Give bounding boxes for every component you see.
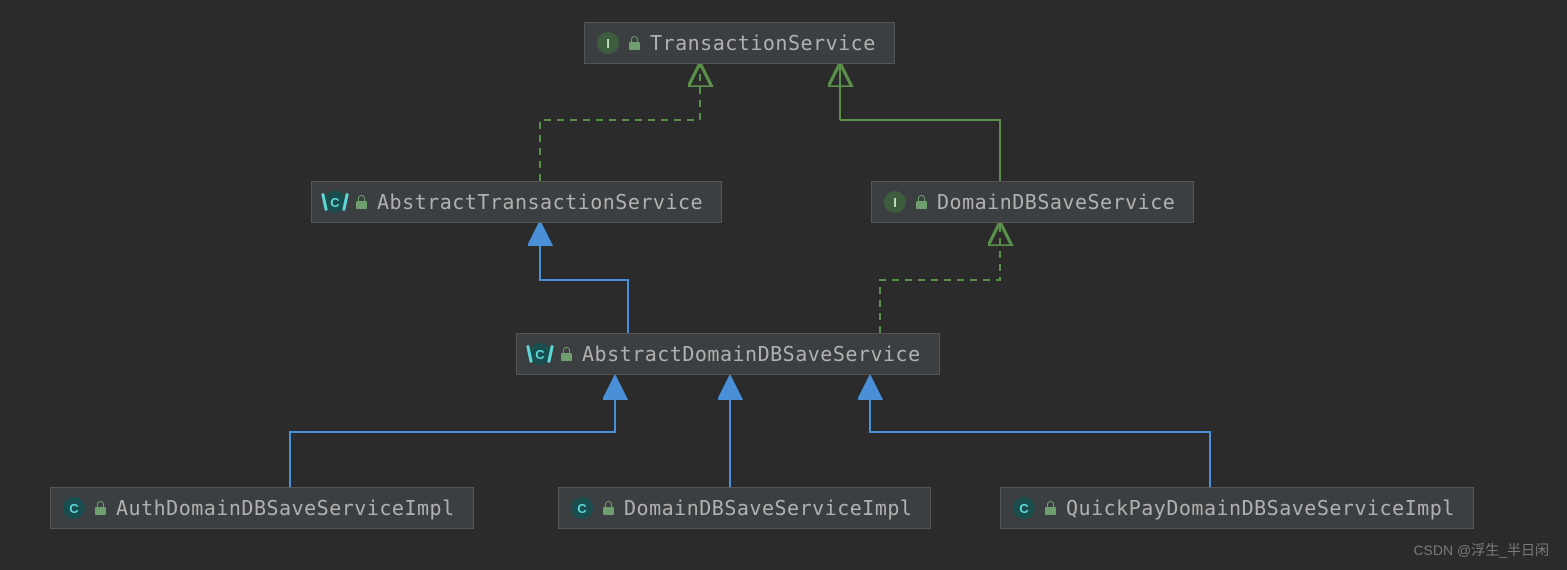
class-badge-icon: C — [1013, 497, 1035, 519]
lock-icon — [916, 196, 927, 209]
class-label: TransactionService — [650, 31, 876, 55]
lock-icon — [356, 196, 367, 209]
lock-icon — [603, 502, 614, 515]
class-label: DomainDBSaveService — [937, 190, 1175, 214]
abstract-class-badge-icon: C — [529, 343, 551, 365]
class-label: AuthDomainDBSaveServiceImpl — [116, 496, 455, 520]
class-label: QuickPayDomainDBSaveServiceImpl — [1066, 496, 1455, 520]
interface-badge-icon: I — [597, 32, 619, 54]
class-label: DomainDBSaveServiceImpl — [624, 496, 912, 520]
lock-icon — [629, 37, 640, 50]
node-domain-db-save-service[interactable]: I DomainDBSaveService — [871, 181, 1194, 223]
abstract-class-badge-icon: C — [324, 191, 346, 213]
lock-icon — [561, 348, 572, 361]
class-badge-icon: C — [571, 497, 593, 519]
lock-icon — [95, 502, 106, 515]
interface-badge-icon: I — [884, 191, 906, 213]
watermark: CSDN @浮生_半日闲 — [1413, 540, 1549, 560]
lock-icon — [1045, 502, 1056, 515]
node-transaction-service[interactable]: I TransactionService — [584, 22, 895, 64]
node-domain-db-save-service-impl[interactable]: C DomainDBSaveServiceImpl — [558, 487, 931, 529]
node-abstract-transaction-service[interactable]: C AbstractTransactionService — [311, 181, 722, 223]
node-auth-domain-db-save-service-impl[interactable]: C AuthDomainDBSaveServiceImpl — [50, 487, 474, 529]
node-quickpay-domain-db-save-service-impl[interactable]: C QuickPayDomainDBSaveServiceImpl — [1000, 487, 1474, 529]
class-label: AbstractDomainDBSaveService — [582, 342, 921, 366]
class-badge-icon: C — [63, 497, 85, 519]
node-abstract-domain-db-save-service[interactable]: C AbstractDomainDBSaveService — [516, 333, 940, 375]
class-label: AbstractTransactionService — [377, 190, 703, 214]
connector-layer — [0, 0, 1567, 570]
